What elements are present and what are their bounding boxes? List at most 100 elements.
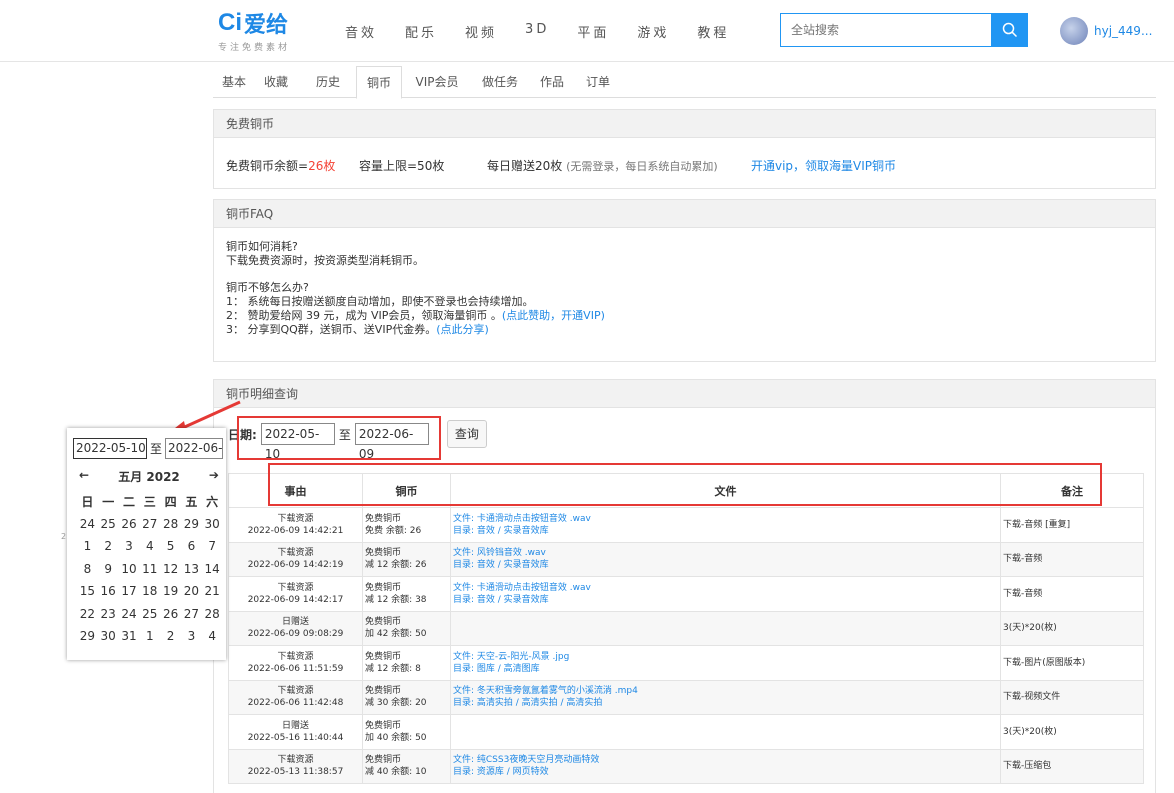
vip-link[interactable]: 开通vip，领取海量VIP铜币 [751,157,896,174]
dir-link[interactable]: 目录: 高清实拍 / 高清实拍 / 高清实拍 [453,697,998,709]
calendar-day[interactable]: 16 [98,584,119,598]
calendar-day[interactable]: 1 [77,539,98,553]
faq-question: 铜币不够怎么办? [226,281,309,294]
calendar-day[interactable]: 2 [160,629,181,643]
calendar-day[interactable]: 4 [139,539,160,553]
calendar-day[interactable]: 13 [181,562,202,576]
calendar-day[interactable]: 26 [119,517,140,531]
calendar-day[interactable]: 26 [160,607,181,621]
calendar-day[interactable]: 20 [181,584,202,598]
balance-value: 26枚 [308,159,336,173]
capacity-text: 容量上限=50枚 [359,159,445,173]
table-row: 日赠送 2022-06-09 09:08:29 免费铜币加 42 余额: 50 3(天… [228,610,1144,646]
calendar-day[interactable]: 12 [160,562,181,576]
calendar-day[interactable]: 14 [202,562,223,576]
calendar-day[interactable]: 8 [77,562,98,576]
week-row: 24 25 26 27 28 29 30 [77,513,223,536]
cell-file [450,714,1001,750]
calendar-day[interactable]: 7 [202,539,223,553]
calendar-day[interactable]: 1 [139,629,160,643]
file-link[interactable]: 文件: 天空-云-阳光-风景 .jpg [453,651,998,663]
calendar-day[interactable]: 21 [202,584,223,598]
tab-history[interactable]: 历史 [307,66,349,98]
query-button[interactable]: 查询 [446,420,487,448]
nav-item-music[interactable]: 配乐 [405,22,437,41]
calendar-day[interactable]: 23 [98,607,119,621]
sponsor-link[interactable]: (点此赞助，开通VIP) [502,309,605,322]
file-link[interactable]: 文件: 卡通滑动点击按钮音效 .wav [453,582,998,594]
nav-item-3d[interactable]: 3D [525,22,549,41]
calendar-day[interactable]: 28 [202,607,223,621]
tab-coins[interactable]: 铜币 [356,66,402,99]
dir-link[interactable]: 目录: 图库 / 高清图库 [453,663,998,675]
username[interactable]: hyj_449... [1094,24,1152,38]
prev-month-icon[interactable]: ← [79,468,89,485]
tab-vip[interactable]: VIP会员 [409,66,465,98]
calendar-day[interactable]: 29 [181,517,202,531]
next-month-icon[interactable]: ➔ [209,468,219,485]
avatar[interactable] [1060,17,1088,45]
calendar-day[interactable]: 31 [119,629,140,643]
file-link[interactable]: 文件: 冬天积雪旁氤氲着雾气的小溪流淌 .mp4 [453,685,998,697]
picker-separator: 至 [150,442,163,456]
panel-title: 铜币FAQ [214,200,1155,228]
file-link[interactable]: 文件: 风铃铛音效 .wav [453,547,998,559]
calendar-day[interactable]: 11 [139,562,160,576]
calendar-day[interactable]: 3 [119,539,140,553]
calendar-day[interactable]: 25 [139,607,160,621]
search-input[interactable] [780,13,991,47]
tab-works[interactable]: 作品 [533,66,571,98]
calendar-day[interactable]: 15 [77,584,98,598]
tab-favorites[interactable]: 收藏 [255,66,297,98]
calendar-day[interactable]: 27 [181,607,202,621]
calendar-day[interactable]: 17 [119,584,140,598]
calendar-day[interactable]: 3 [181,629,202,643]
tab-basic[interactable]: 基本 [213,66,255,98]
nav-item-graphic[interactable]: 平面 [577,22,609,41]
calendar-day[interactable]: 29 [77,629,98,643]
calendar-day[interactable]: 6 [181,539,202,553]
picker-to-input[interactable]: 2022-06-0 [165,438,224,459]
tab-orders[interactable]: 订单 [579,66,617,98]
calendar-day[interactable]: 4 [202,629,223,643]
weekday-label: 一 [102,494,115,509]
calendar-day[interactable]: 19 [160,584,181,598]
nav-item-sound[interactable]: 音效 [345,22,377,41]
calendar-day[interactable]: 30 [202,517,223,531]
cell-note: 3(天)*20(枚) [1000,610,1144,646]
dir-link[interactable]: 目录: 音效 / 实录音效库 [453,594,998,606]
nav-item-video[interactable]: 视频 [465,22,497,41]
calendar-day[interactable]: 10 [119,562,140,576]
dir-link[interactable]: 目录: 音效 / 实录音效库 [453,525,998,537]
picker-from-input[interactable]: 2022-05-10 [73,438,147,459]
calendar-day[interactable]: 5 [160,539,181,553]
calendar-day[interactable]: 2 [98,539,119,553]
cell-coins: 免费铜币减 12 余额: 26 [362,541,451,577]
calendar-day[interactable]: 27 [139,517,160,531]
dir-link[interactable]: 目录: 资源库 / 网页特效 [453,766,998,778]
calendar-day[interactable]: 24 [119,607,140,621]
calendar-day[interactable]: 28 [160,517,181,531]
search-button[interactable] [991,13,1028,47]
calendar-day[interactable]: 30 [98,629,119,643]
dir-link[interactable]: 目录: 音效 / 实录音效库 [453,559,998,571]
share-link[interactable]: (点此分享) [436,323,489,336]
file-link[interactable]: 文件: 卡通滑动点击按钮音效 .wav [453,513,998,525]
calendar-day[interactable]: 24 [77,517,98,531]
user-menu[interactable]: hyj_449... [1060,17,1152,45]
weekday-label: 六 [206,494,219,509]
cell-file: 文件: 卡通滑动点击按钮音效 .wav 目录: 音效 / 实录音效库 [450,507,1001,543]
weekday-row: 日 一 二 三 四 五 六 [77,490,223,513]
site-logo[interactable]: Ci 爱给 专注免费素材 [218,9,290,53]
tab-tasks[interactable]: 做任务 [475,66,525,98]
cell-reason: 下载资源 2022-06-06 11:42:48 [228,679,363,715]
nav-item-tutorial[interactable]: 教程 [697,22,729,41]
calendar-day[interactable]: 25 [98,517,119,531]
nav-item-game[interactable]: 游戏 [637,22,669,41]
calendar-day[interactable]: 22 [77,607,98,621]
cell-note: 下载-压缩包 [1000,748,1144,784]
file-link[interactable]: 文件: 纯CSS3夜晚天空月亮动画特效 [453,754,998,766]
calendar-day[interactable]: 18 [139,584,160,598]
date-picker-grid: 日 一 二 三 四 五 六 24 25 26 27 28 29 30 1 2 3 4 5 6 7 8 9 10 1… [77,490,223,648]
calendar-day[interactable]: 9 [98,562,119,576]
